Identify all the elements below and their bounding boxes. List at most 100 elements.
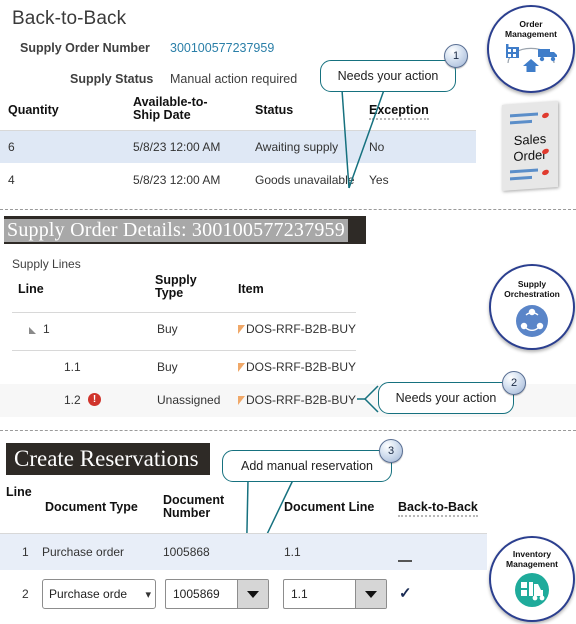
document-number-combobox[interactable]: 1005869 — [165, 579, 269, 609]
rail-item-sales-order[interactable]: Sales Order — [502, 101, 558, 191]
col-header-ats-line1: Available-to- — [133, 95, 208, 109]
cell-supply-type: Buy — [157, 322, 178, 336]
col-header-supply-type: Supply Type — [155, 274, 225, 300]
cell-date: 5/8/23 12:00 AM — [133, 173, 221, 187]
order-management-label-line1: Order — [519, 19, 543, 29]
flag-icon — [238, 363, 245, 372]
callout-3-number-badge: 3 — [379, 439, 403, 463]
cell-exception: Yes — [369, 173, 389, 187]
document-number-dropdown-button[interactable] — [237, 580, 268, 608]
cell-document-type: Purchase order — [42, 545, 125, 559]
callout-1: Needs your action — [320, 60, 456, 92]
callout-1-number-badge: 1 — [444, 44, 468, 68]
inventory-management-label-line1: Inventory — [512, 549, 552, 559]
expander-icon[interactable] — [29, 327, 36, 334]
section-divider-1 — [0, 209, 576, 210]
cell-line: 1.1 — [64, 360, 81, 374]
callout-1-text: Needs your action — [337, 69, 439, 83]
callout-2-number-badge: 2 — [502, 371, 526, 395]
col-header-item: Item — [238, 282, 264, 296]
factory-truck-home-icon — [506, 44, 557, 72]
table-row[interactable]: 4 5/8/23 12:00 AM Goods unavailable Yes — [0, 163, 476, 196]
cell-item-text: DOS-RRF-B2B-BUY — [246, 393, 357, 407]
supply-order-number-value[interactable]: 300100577237959 — [170, 41, 274, 55]
cell-document-line: 1.1 — [284, 545, 301, 559]
document-number-input[interactable]: 1005869 — [166, 580, 237, 608]
callout-3: Add manual reservation — [222, 450, 392, 482]
cell-line: 1.2 — [64, 393, 81, 407]
cell-quantity: 6 — [8, 140, 15, 154]
cell-status: Awaiting supply — [255, 140, 339, 154]
cell-back-to-back-dash — [398, 552, 412, 570]
document-line-dropdown-button[interactable] — [355, 580, 386, 608]
section-3-banner: Create Reservations — [6, 443, 210, 475]
chevron-down-icon: ▾ — [145, 588, 151, 601]
rail-item-inventory-management[interactable]: Inventory Management — [489, 536, 575, 622]
document-line-combobox[interactable]: 1.1 — [283, 579, 387, 609]
col-header-quantity: Quantity — [8, 103, 59, 117]
back-to-back-check-icon: ✓ — [399, 585, 412, 602]
sales-order-label-line2: Order — [513, 146, 547, 165]
supply-orchestration-label-line1: Supply — [517, 279, 547, 289]
cell-document-number: 1005868 — [163, 545, 210, 559]
cell-item-text: DOS-RRF-B2B-BUY — [246, 360, 357, 374]
col-header-ats-line2: Ship Date — [133, 108, 191, 122]
rail-item-supply-orchestration[interactable]: Supply Orchestration — [489, 264, 575, 350]
rail-item-order-management[interactable]: Order Management — [487, 5, 575, 93]
col-header-back-to-back: Back-to-Back — [398, 501, 478, 517]
supply-status-label: Supply Status — [70, 72, 154, 86]
supply-order-number-label: Supply Order Number — [20, 41, 150, 55]
col-header-exception-text: Exception — [369, 104, 429, 120]
col-header-doc-number-line1: Document — [163, 493, 225, 507]
section-2-banner: Supply Order Details: 300100577237959 — [4, 216, 366, 244]
cell-status: Goods unavailable — [255, 173, 355, 187]
section-3-banner-text: Create Reservations — [14, 446, 199, 471]
cell-line: 1 — [43, 322, 50, 336]
inventory-management-label-line2: Management — [506, 559, 558, 569]
document-type-select[interactable]: Purchase orde ▾ — [42, 579, 156, 609]
col-header-exception: Exception — [369, 104, 429, 120]
table-row[interactable]: 1.1 Buy DOS-RRF-B2B-BUY — [0, 351, 576, 384]
col-header-line: Line — [6, 485, 32, 499]
supply-lines-subtitle: Supply Lines — [12, 257, 81, 271]
cell-exception: No — [369, 140, 385, 154]
table-row[interactable]: 6 5/8/23 12:00 AM Awaiting supply No — [0, 131, 476, 163]
col-header-document-line: Document Line — [284, 500, 375, 514]
cell-date: 5/8/23 12:00 AM — [133, 140, 221, 154]
col-header-doc-number-line2: Number — [163, 506, 211, 520]
cell-line: 2 — [22, 587, 29, 601]
cell-supply-type: Buy — [157, 360, 178, 374]
supply-status-value: Manual action required — [170, 72, 298, 86]
callout-2: Needs your action — [378, 382, 514, 414]
document-type-select-value: Purchase orde — [49, 587, 128, 601]
callout-3-text: Add manual reservation — [240, 459, 374, 473]
orchestration-nodes-icon — [516, 305, 548, 337]
col-header-available-to-ship-date: Available-to- Ship Date — [133, 96, 233, 122]
supply-orchestration-label-line2: Orchestration — [504, 289, 560, 299]
forklift-icon — [515, 573, 549, 607]
table-row[interactable]: 1 Purchase order 1005868 1.1 — [0, 534, 487, 570]
cell-supply-type: Unassigned — [157, 393, 221, 407]
flag-icon — [238, 396, 245, 405]
table-row[interactable]: 2 Purchase orde ▾ 1005869 1.1 ✓ — [0, 570, 487, 618]
cell-item: DOS-RRF-B2B-BUY — [238, 360, 356, 374]
document-line-input[interactable]: 1.1 — [284, 580, 355, 608]
caret-down-icon — [365, 590, 377, 598]
col-header-document-type: Document Type — [45, 500, 138, 514]
col-header-status: Status — [255, 103, 294, 117]
cell-quantity: 4 — [8, 173, 15, 187]
col-header-line: Line — [18, 282, 44, 296]
order-management-label-line2: Management — [505, 29, 557, 39]
error-icon: ! — [88, 393, 101, 406]
col-header-back-to-back-text: Back-to-Back — [398, 501, 478, 517]
col-header-supply-type-line2: Type — [155, 286, 184, 300]
caret-down-icon — [247, 590, 259, 598]
cell-line: 1 — [22, 545, 29, 559]
page-title: Back-to-Back — [12, 8, 127, 29]
section-divider-2 — [0, 430, 576, 431]
cell-item: DOS-RRF-B2B-BUY — [238, 322, 356, 336]
cell-item-text: DOS-RRF-B2B-BUY — [246, 322, 357, 336]
col-header-document-number: Document Number — [163, 494, 243, 520]
cell-item: DOS-RRF-B2B-BUY — [238, 393, 356, 407]
col-header-supply-type-line1: Supply — [155, 273, 197, 287]
